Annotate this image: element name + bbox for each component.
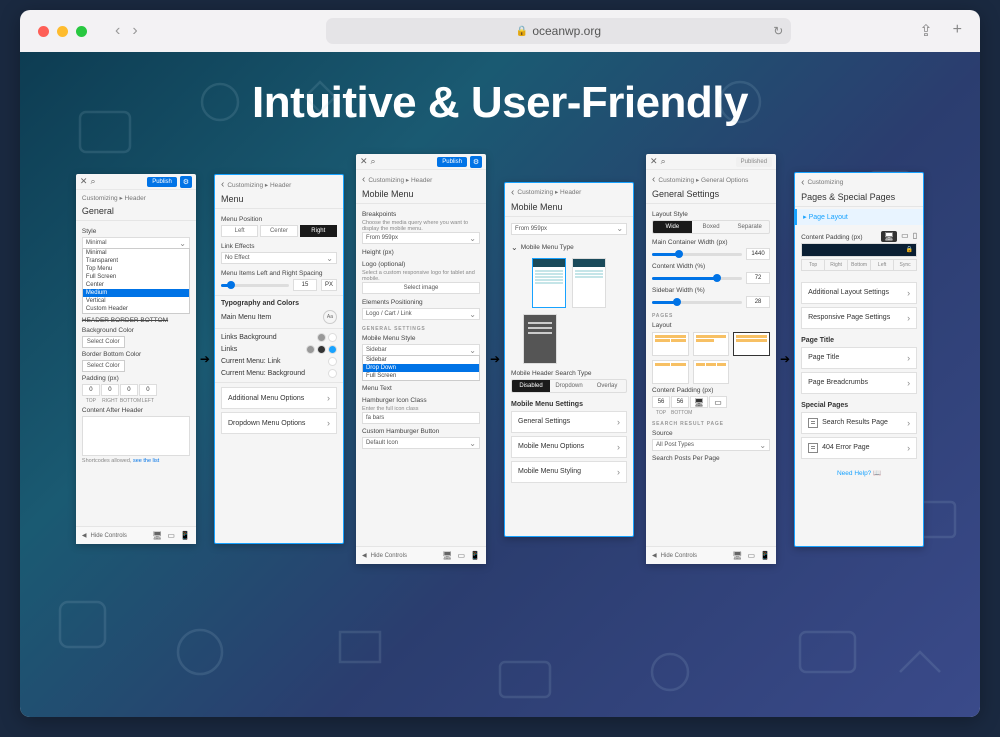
bg-color-label: Background Color: [82, 327, 190, 334]
link-effects-label: Link Effects: [221, 243, 337, 250]
back-icon[interactable]: ‹: [511, 187, 514, 198]
mock-fullscreen[interactable]: [523, 314, 557, 364]
close-icon[interactable]: ✕: [650, 156, 658, 167]
gear-icon[interactable]: ⚙: [470, 156, 482, 168]
need-help-link[interactable]: Need Help? 📖: [801, 469, 917, 477]
close-icon[interactable]: ✕: [360, 156, 368, 167]
opt-medium[interactable]: Medium: [83, 289, 189, 297]
panel-title: Mobile Menu: [356, 189, 486, 204]
close-dot[interactable]: [38, 26, 49, 37]
opt-fullscreen[interactable]: Full Screen: [83, 273, 189, 281]
opt-transparent[interactable]: Transparent: [83, 257, 189, 265]
pad-left[interactable]: 0: [139, 384, 157, 396]
pad-right[interactable]: 0: [101, 384, 119, 396]
elem-pos-select[interactable]: Logo / Cart / Link⌄: [362, 308, 480, 320]
top-right-icons: ⇪ +: [919, 21, 962, 41]
pos-left[interactable]: Left: [221, 225, 258, 237]
mock-sidebar[interactable]: [532, 258, 566, 308]
header-border-label: HEADER BORDER BOTTOM: [82, 317, 190, 324]
publish-button[interactable]: Publish: [437, 157, 467, 167]
lock-field[interactable]: 🔒: [801, 243, 917, 257]
dropdown-menu-row[interactable]: Dropdown Menu Options›: [221, 412, 337, 434]
page-viewport: Intuitive & User-Friendly ✕ ⌕ Publish ⚙ …: [20, 52, 980, 717]
publish-button[interactable]: Publish: [147, 177, 177, 187]
minimize-dot[interactable]: [57, 26, 68, 37]
back-icon[interactable]: ‹: [362, 174, 365, 185]
panel-mobile-menu-2: ‹Customizing ▸ Header Mobile Menu From 9…: [504, 182, 634, 537]
opt-topmenu[interactable]: Top Menu: [83, 265, 189, 273]
hamburger-input[interactable]: fa bars: [362, 412, 480, 424]
new-tab-icon[interactable]: +: [953, 21, 962, 41]
search-icon[interactable]: ⌕: [90, 176, 95, 187]
browser-title-bar: ‹ › 🔒 oceanwp.org ↻ ⇪ +: [20, 10, 980, 52]
tablet-icon[interactable]: ▭: [167, 531, 175, 540]
page-layout-tab[interactable]: ▸ Page Layout: [795, 209, 923, 225]
reload-icon[interactable]: ↻: [773, 24, 783, 38]
panel-title: General: [76, 206, 196, 221]
lock-icon: 🔒: [516, 26, 528, 37]
mobile-icon[interactable]: 📱: [180, 531, 190, 540]
hide-controls-icon[interactable]: ◀: [82, 532, 87, 539]
menu-pos-label: Menu Position: [221, 216, 337, 223]
content-after-textarea[interactable]: [82, 416, 190, 456]
opt-minimal[interactable]: Minimal: [83, 249, 189, 257]
maximize-dot[interactable]: [76, 26, 87, 37]
forward-arrow-icon[interactable]: ›: [132, 22, 137, 40]
select-color-button-2[interactable]: Select Color: [82, 360, 125, 372]
mock-dropdown[interactable]: [572, 258, 606, 308]
published-label: Published: [736, 157, 772, 167]
opt-center[interactable]: Center: [83, 281, 189, 289]
gear-icon[interactable]: ⚙: [180, 176, 192, 188]
spacing-value[interactable]: 15: [293, 279, 317, 291]
pos-center[interactable]: Center: [260, 225, 297, 237]
link-effects-select[interactable]: No Effect⌄: [221, 252, 337, 264]
desktop-icon[interactable]: 🖥: [152, 531, 162, 540]
font-icon[interactable]: Aa: [323, 310, 337, 324]
opt-vertical[interactable]: Vertical: [83, 297, 189, 305]
back-icon[interactable]: ‹: [221, 179, 224, 190]
breadcrumb: Customizing ▸ Header: [76, 190, 196, 206]
pos-right[interactable]: Right: [300, 225, 337, 237]
pad-bottom[interactable]: 0: [120, 384, 138, 396]
page-icon: [808, 418, 818, 428]
border-color-label: Border Bottom Color: [82, 351, 190, 358]
search-icon[interactable]: ⌕: [661, 156, 666, 167]
custom-ham-select[interactable]: Default Icon⌄: [362, 437, 480, 449]
panel-menu: ‹Customizing ▸ Header Menu Menu Position…: [214, 174, 344, 544]
address-bar[interactable]: 🔒 oceanwp.org ↻: [326, 18, 792, 44]
window-controls: [38, 26, 87, 37]
select-image-button[interactable]: Select image: [362, 282, 480, 294]
hide-controls-icon[interactable]: ◀: [362, 552, 367, 559]
page-icon: [808, 443, 818, 453]
spacing-slider[interactable]: [221, 284, 289, 287]
breakpoint-select[interactable]: From 959px⌄: [362, 232, 480, 244]
padding-label: Padding (px): [82, 375, 190, 382]
close-icon[interactable]: ✕: [80, 176, 88, 187]
typo-heading: Typography and Colors: [221, 300, 337, 307]
spacing-label: Menu Items Left and Right Spacing: [221, 270, 337, 277]
style-options: Minimal Transparent Top Menu Full Screen…: [82, 248, 190, 314]
panel-general-settings: ✕ ⌕ Published ‹Customizing ▸ General Opt…: [646, 154, 776, 564]
hide-controls-label[interactable]: Hide Controls: [91, 533, 127, 539]
panel-mobile-menu: ✕ ⌕ Publish ⚙ ‹Customizing ▸ Header Mobi…: [356, 154, 486, 564]
nav-arrows: ‹ ›: [115, 22, 138, 40]
back-arrow-icon[interactable]: ‹: [115, 22, 120, 40]
browser-window: ‹ › 🔒 oceanwp.org ↻ ⇪ + Intuitive & User…: [20, 10, 980, 717]
pad-top[interactable]: 0: [82, 384, 100, 396]
content-after-label: Content After Header: [82, 407, 190, 414]
panel-general: ✕ ⌕ Publish ⚙ Customizing ▸ Header Gener…: [76, 174, 196, 544]
select-color-button[interactable]: Select Color: [82, 336, 125, 348]
opt-custom[interactable]: Custom Header: [83, 305, 189, 313]
search-icon[interactable]: ⌕: [371, 156, 376, 167]
panel-title: Menu: [215, 194, 343, 209]
style-label: Style: [82, 228, 190, 235]
additional-menu-row[interactable]: Additional Menu Options›: [221, 387, 337, 409]
url-text: oceanwp.org: [532, 24, 601, 38]
panel-pages-special: ‹Customizing Pages & Special Pages ▸ Pag…: [794, 172, 924, 547]
share-icon[interactable]: ⇪: [919, 21, 932, 41]
